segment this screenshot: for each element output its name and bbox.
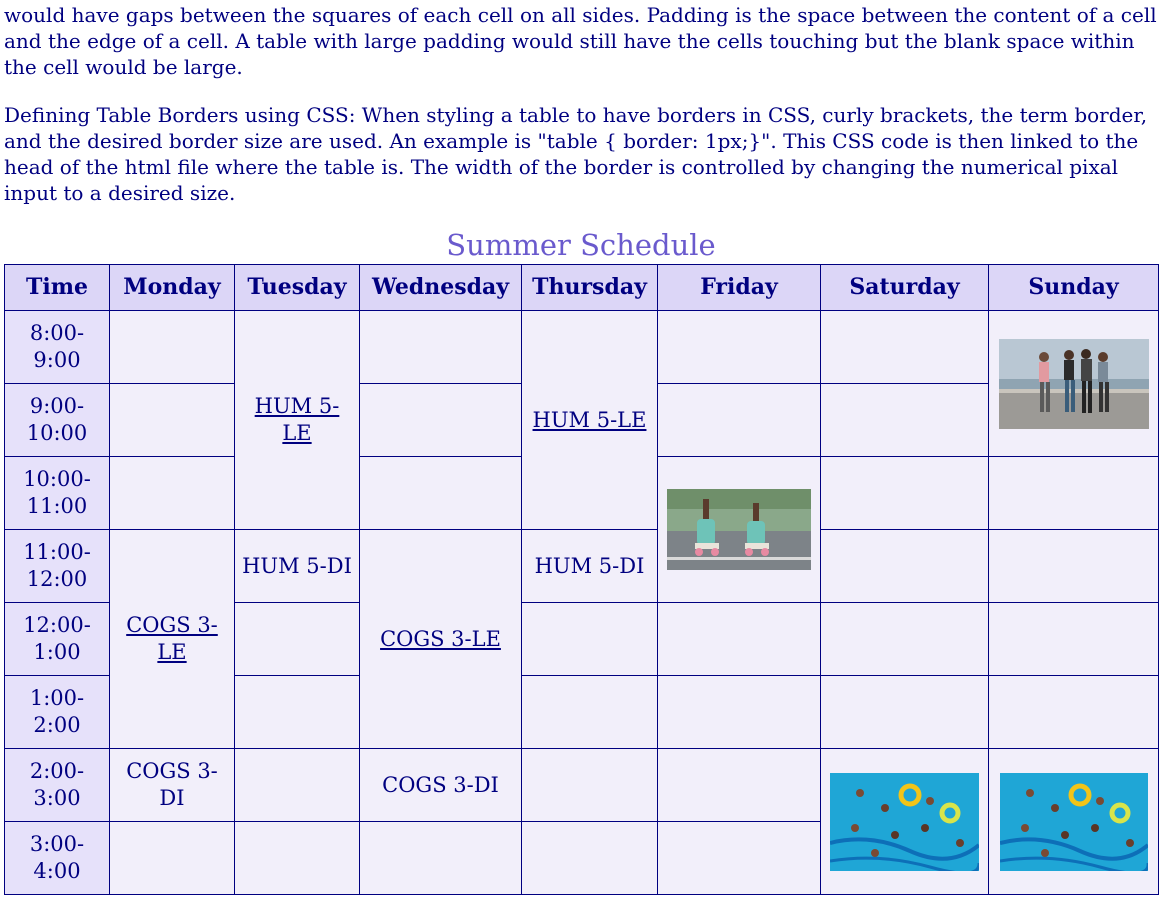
empty-cell	[109, 456, 235, 530]
time-cell: 2:00-3:00	[4, 748, 110, 822]
empty-cell	[657, 602, 821, 676]
table-row: 2:00-3:00 COGS 3-DI COGS 3-DI	[4, 748, 1159, 895]
time-cell: 1:00-2:00	[4, 675, 110, 749]
roller-skates-photo	[667, 489, 811, 570]
empty-cell	[521, 675, 658, 749]
empty-cell	[657, 383, 821, 457]
intro-paragraph-borders: Defining Table Borders using CSS: When s…	[4, 103, 1148, 205]
course-cell: COGS 3-DI	[359, 748, 522, 822]
image-cell	[820, 748, 989, 895]
header-sunday: Sunday	[988, 264, 1159, 311]
cogs-3-le-link-wednesday[interactable]: COGS 3-LE	[380, 627, 501, 651]
swimming-pool-photo	[999, 772, 1148, 871]
empty-cell	[234, 821, 360, 895]
empty-cell	[234, 748, 360, 822]
empty-cell	[521, 602, 658, 676]
table-row: 11:00-12:00 COGS 3-LE HUM 5-DI COGS 3-LE…	[4, 529, 1159, 749]
people-walking-photo	[998, 338, 1149, 429]
empty-cell	[359, 310, 522, 384]
header-monday: Monday	[109, 264, 235, 311]
time-cell: 12:00-1:00	[4, 602, 110, 676]
empty-cell	[109, 383, 235, 457]
time-cell: 8:00-9:00	[4, 310, 110, 384]
cogs-3-le-link-monday[interactable]: COGS 3-LE	[126, 613, 218, 664]
course-cell: COGS 3-LE	[109, 529, 235, 749]
hum-5-le-link-thursday[interactable]: HUM 5-LE	[533, 408, 647, 432]
empty-cell	[521, 748, 658, 822]
time-cell: 10:00-11:00	[4, 456, 110, 530]
course-cell: COGS 3-LE	[359, 529, 522, 749]
course-cell: HUM 5-LE	[234, 310, 360, 530]
empty-cell	[657, 675, 821, 749]
header-saturday: Saturday	[820, 264, 989, 311]
time-cell: 9:00-10:00	[4, 383, 110, 457]
course-cell: HUM 5-DI	[234, 529, 360, 603]
table-row: 8:00-9:00 HUM 5-LE HUM 5-LE	[4, 310, 1159, 530]
course-cell: HUM 5-DI	[521, 529, 658, 603]
empty-cell	[820, 602, 989, 676]
empty-cell	[234, 675, 360, 749]
empty-cell	[109, 310, 235, 384]
empty-cell	[988, 529, 1159, 603]
empty-cell	[988, 456, 1159, 530]
header-row: Time Monday Tuesday Wednesday Thursday F…	[4, 264, 1159, 311]
empty-cell	[657, 310, 821, 384]
hum-5-le-link-tuesday[interactable]: HUM 5-LE	[255, 394, 340, 445]
empty-cell	[359, 456, 522, 530]
header-wednesday: Wednesday	[359, 264, 522, 311]
course-cell: HUM 5-LE	[521, 310, 658, 530]
image-cell	[988, 748, 1159, 895]
empty-cell	[820, 456, 989, 530]
header-friday: Friday	[657, 264, 821, 311]
course-cell: COGS 3-DI	[109, 748, 235, 822]
header-thursday: Thursday	[521, 264, 658, 311]
header-tuesday: Tuesday	[234, 264, 360, 311]
empty-cell	[820, 383, 989, 457]
empty-cell	[359, 821, 522, 895]
empty-cell	[109, 821, 235, 895]
empty-cell	[988, 675, 1159, 749]
empty-cell	[521, 821, 658, 895]
schedule-caption: Summer Schedule	[446, 228, 716, 262]
empty-cell	[234, 602, 360, 676]
time-cell: 3:00-4:00	[4, 821, 110, 895]
intro-paragraph-padding: would have gaps between the squares of e…	[4, 3, 1157, 79]
empty-cell	[820, 310, 989, 384]
summer-schedule-table: Time Monday Tuesday Wednesday Thursday F…	[4, 264, 1159, 895]
empty-cell	[988, 602, 1159, 676]
empty-cell	[359, 383, 522, 457]
image-cell	[988, 310, 1159, 457]
image-cell	[657, 456, 821, 603]
empty-cell	[820, 675, 989, 749]
empty-cell	[657, 821, 821, 895]
header-time: Time	[4, 264, 110, 311]
time-cell: 11:00-12:00	[4, 529, 110, 603]
empty-cell	[657, 748, 821, 822]
swimming-pool-photo	[830, 772, 979, 871]
empty-cell	[820, 529, 989, 603]
